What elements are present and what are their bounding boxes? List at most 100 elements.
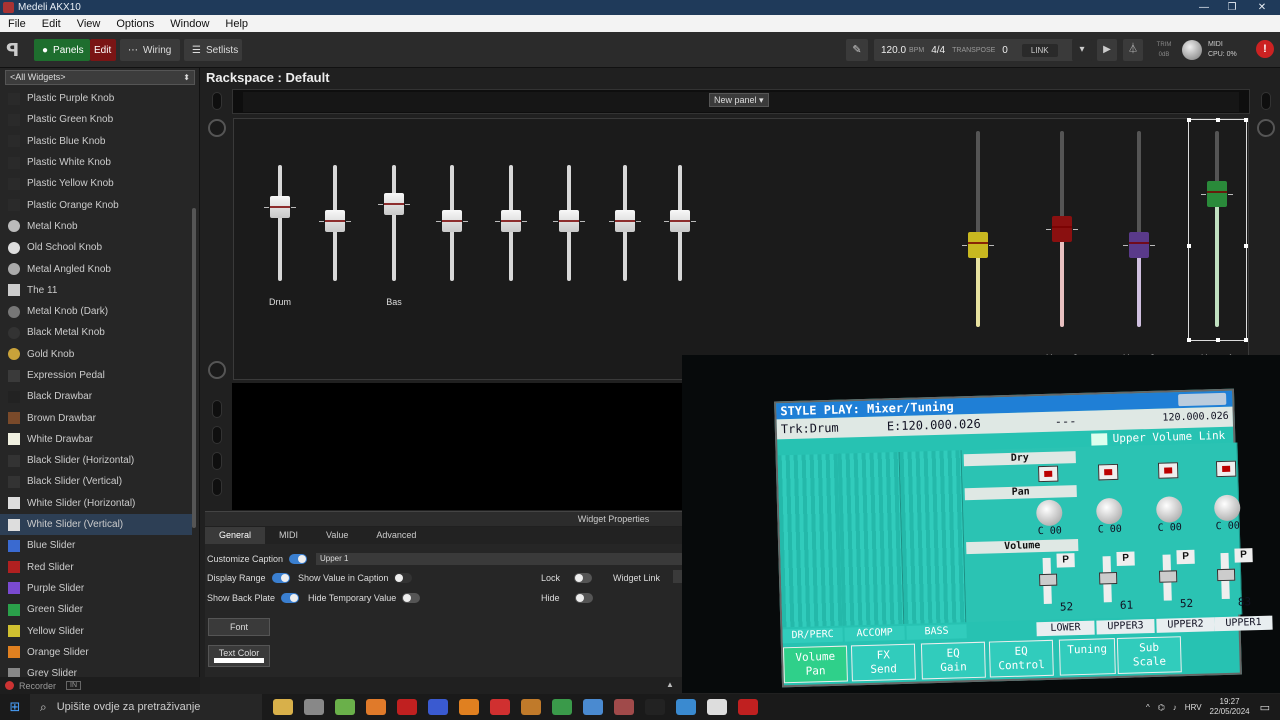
- taskbar-app-icon[interactable]: [428, 699, 448, 715]
- widget-list-item[interactable]: Plastic Purple Knob: [0, 88, 192, 109]
- close-button[interactable]: ✕: [1246, 0, 1278, 15]
- widget-list-item[interactable]: Red Slider: [0, 557, 192, 578]
- tab-value[interactable]: Value: [312, 527, 362, 544]
- font-button[interactable]: Font: [208, 618, 270, 636]
- hide-temp-toggle[interactable]: [402, 593, 421, 603]
- selection-handle[interactable]: [1187, 244, 1191, 248]
- show-back-plate-toggle[interactable]: [281, 593, 300, 603]
- white-vertical-slider[interactable]: [315, 163, 355, 283]
- speaker-icon[interactable]: ♪: [1173, 703, 1177, 712]
- caption-input[interactable]: Upper 1: [316, 553, 682, 565]
- widget-list-item[interactable]: Plastic White Knob: [0, 152, 192, 173]
- widget-list-item[interactable]: Old School Knob: [0, 237, 192, 258]
- tempo-display[interactable]: 120.0 BPM 4/4 TRANSPOSE 0 LINK: [874, 39, 1074, 61]
- widget-list-item[interactable]: The 11: [0, 280, 192, 301]
- widget-list-item[interactable]: Metal Knob: [0, 216, 192, 237]
- widget-list-item[interactable]: Plastic Blue Knob: [0, 131, 192, 152]
- taskbar-app-icon[interactable]: [459, 699, 479, 715]
- color-vertical-slider[interactable]: [1119, 131, 1159, 331]
- color-vertical-slider[interactable]: [1042, 131, 1082, 331]
- language-indicator[interactable]: HRV: [1185, 703, 1202, 712]
- tab-general[interactable]: General: [205, 527, 266, 544]
- widget-category-select[interactable]: <All Widgets> ⬍: [5, 70, 195, 85]
- slider-thumb[interactable]: [1052, 216, 1072, 242]
- selection-handle[interactable]: [1187, 338, 1191, 342]
- taskbar-app-icon[interactable]: [366, 699, 386, 715]
- taskbar-app-icon[interactable]: [335, 699, 355, 715]
- menu-help[interactable]: Help: [217, 18, 256, 30]
- warning-icon[interactable]: !: [1256, 40, 1274, 58]
- master-volume-knob[interactable]: [1182, 40, 1202, 60]
- taskbar-app-icon[interactable]: [676, 699, 696, 715]
- display-range-toggle[interactable]: [271, 573, 290, 583]
- widget-list-item[interactable]: Black Slider (Horizontal): [0, 450, 192, 471]
- record-icon[interactable]: [5, 681, 14, 690]
- slider-thumb[interactable]: [1129, 231, 1149, 258]
- slider-thumb[interactable]: [501, 210, 521, 232]
- color-vertical-slider[interactable]: [958, 131, 998, 331]
- tab-advanced[interactable]: Advanced: [362, 527, 430, 544]
- show-value-toggle[interactable]: [394, 573, 413, 583]
- menu-window[interactable]: Window: [162, 18, 217, 30]
- customize-caption-toggle[interactable]: [289, 554, 308, 564]
- widget-link-field[interactable]: [673, 570, 682, 583]
- white-vertical-slider[interactable]: [660, 163, 700, 283]
- text-color-button[interactable]: Text Color: [208, 645, 270, 667]
- widget-list-item[interactable]: Grey Slider: [0, 663, 192, 677]
- taskbar-app-icon[interactable]: [552, 699, 572, 715]
- widget-list-item[interactable]: Orange Slider: [0, 642, 192, 663]
- widget-list-item[interactable]: Blue Slider: [0, 535, 192, 556]
- slider-thumb[interactable]: [1207, 180, 1227, 207]
- taskbar-app-icon[interactable]: [614, 699, 634, 715]
- white-vertical-slider[interactable]: [432, 163, 472, 283]
- clock[interactable]: 19:27 22/05/2024: [1210, 697, 1250, 717]
- taskbar-app-icon[interactable]: [304, 699, 324, 715]
- widget-list-item[interactable]: Plastic Green Knob: [0, 109, 192, 130]
- white-vertical-slider[interactable]: [605, 163, 645, 283]
- widget-list-item[interactable]: Brown Drawbar: [0, 407, 192, 428]
- tab-midi[interactable]: MIDI: [265, 527, 312, 544]
- windows-start-icon[interactable]: ⊞: [0, 699, 30, 715]
- widget-list-item[interactable]: Metal Knob (Dark): [0, 301, 192, 322]
- wrench-icon[interactable]: ✎: [846, 39, 868, 61]
- taskbar-app-icon[interactable]: [273, 699, 293, 715]
- taskbar-app-icon[interactable]: [738, 699, 758, 715]
- menu-view[interactable]: View: [69, 18, 109, 30]
- slider-thumb[interactable]: [559, 210, 579, 232]
- notification-icon[interactable]: ▭: [1260, 701, 1270, 714]
- taskbar-app-icon[interactable]: [397, 699, 417, 715]
- taskbar-app-icon[interactable]: [521, 699, 541, 715]
- widget-list-item[interactable]: White Drawbar: [0, 429, 192, 450]
- widget-list-item[interactable]: Black Drawbar: [0, 386, 192, 407]
- taskbar-app-icon[interactable]: [707, 699, 727, 715]
- widget-list-item[interactable]: Gold Knob: [0, 344, 192, 365]
- play-icon[interactable]: ▶: [1097, 39, 1117, 61]
- slider-thumb[interactable]: [615, 210, 635, 232]
- chevron-down-icon[interactable]: ▾: [1072, 39, 1092, 61]
- widget-list-item[interactable]: Plastic Yellow Knob: [0, 173, 192, 194]
- selection-handle[interactable]: [1244, 118, 1248, 122]
- white-vertical-slider[interactable]: [491, 163, 531, 283]
- link-button[interactable]: LINK: [1021, 43, 1058, 57]
- white-vertical-slider[interactable]: [260, 163, 300, 283]
- menu-edit[interactable]: Edit: [34, 18, 69, 30]
- white-vertical-slider[interactable]: [549, 163, 589, 283]
- taskbar-app-icon[interactable]: [583, 699, 603, 715]
- hide-toggle[interactable]: [574, 593, 593, 603]
- widget-list-item[interactable]: Black Metal Knob: [0, 322, 192, 343]
- wiring-button[interactable]: ⋯ Wiring: [120, 39, 180, 61]
- widget-list-item[interactable]: White Slider (Horizontal): [0, 493, 192, 514]
- setlists-button[interactable]: ☰ Setlists: [184, 39, 242, 61]
- white-vertical-slider[interactable]: [374, 163, 414, 283]
- slider-thumb[interactable]: [442, 210, 462, 232]
- lock-toggle[interactable]: [574, 573, 593, 583]
- network-icon[interactable]: ⌬: [1158, 703, 1165, 712]
- slider-thumb[interactable]: [968, 231, 988, 258]
- widget-list-item[interactable]: Expression Pedal: [0, 365, 192, 386]
- widget-list-item[interactable]: Metal Angled Knob: [0, 258, 192, 279]
- widget-list-item[interactable]: Yellow Slider: [0, 620, 192, 641]
- widget-list-item[interactable]: Black Slider (Vertical): [0, 471, 192, 492]
- slider-thumb[interactable]: [270, 196, 290, 219]
- widget-list-item[interactable]: Green Slider: [0, 599, 192, 620]
- widget-list-item[interactable]: Plastic Orange Knob: [0, 194, 192, 215]
